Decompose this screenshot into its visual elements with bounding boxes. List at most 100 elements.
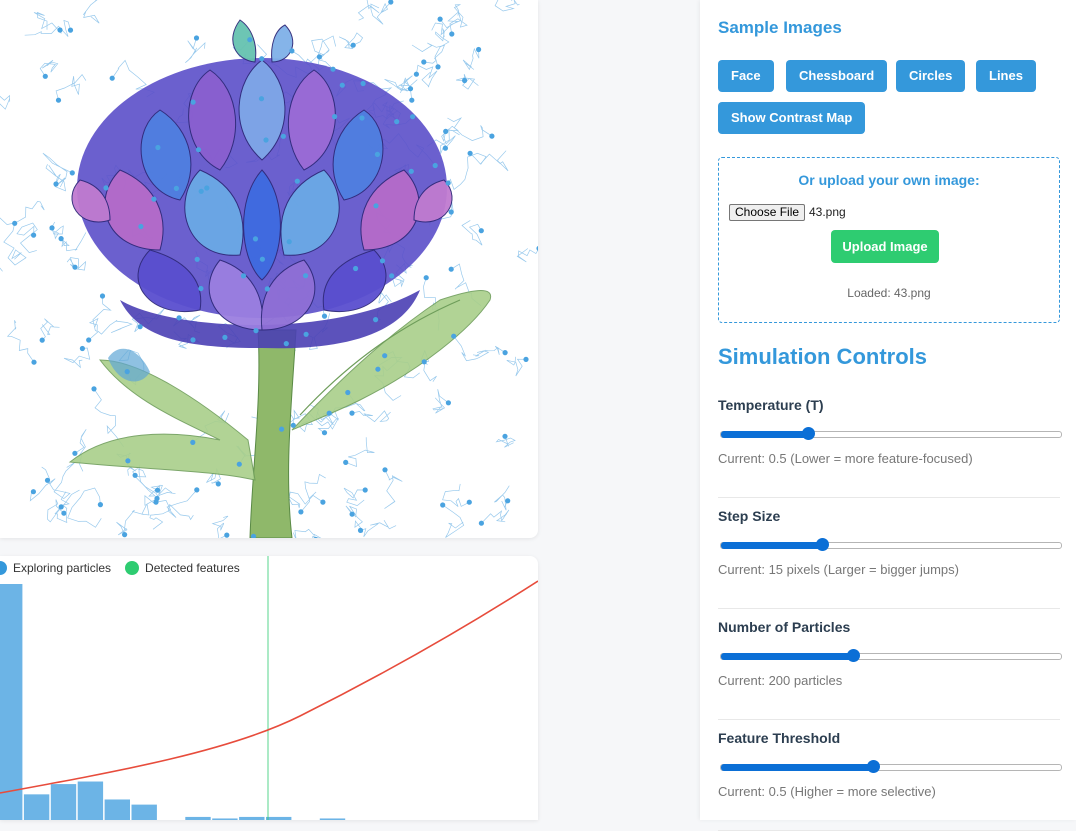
particle-trail xyxy=(461,220,483,246)
particle xyxy=(478,228,484,234)
particle xyxy=(343,459,349,465)
particle xyxy=(443,128,449,134)
legend-exploring-swatch xyxy=(0,561,7,575)
particle xyxy=(236,461,242,467)
particle xyxy=(437,16,443,22)
particle-trail xyxy=(442,483,470,507)
particle-trail xyxy=(42,152,73,188)
particle xyxy=(373,317,379,323)
threshold-slider-thumb[interactable] xyxy=(867,760,880,773)
sample-lines-button[interactable]: Lines xyxy=(976,60,1036,92)
particle-trail xyxy=(481,509,510,524)
simulation-controls-title: Simulation Controls xyxy=(718,344,927,369)
particle-trail xyxy=(0,267,3,272)
step-size-slider[interactable] xyxy=(720,538,1062,551)
particle xyxy=(382,353,388,359)
particle xyxy=(373,203,379,209)
particle xyxy=(326,410,332,416)
upload-title: Or upload your own image: xyxy=(798,172,980,188)
particle-trail xyxy=(47,462,75,500)
particle-trail xyxy=(16,222,38,253)
particle xyxy=(407,86,414,92)
particle xyxy=(190,337,196,343)
particle-trail xyxy=(360,520,397,538)
particle xyxy=(413,71,419,77)
artichoke-stem xyxy=(249,329,297,538)
particle xyxy=(374,151,380,157)
show-contrast-map-button[interactable]: Show Contrast Map xyxy=(718,102,866,134)
particle xyxy=(103,185,109,191)
particle xyxy=(316,54,322,60)
energy-curve xyxy=(0,580,538,794)
particle xyxy=(253,328,259,334)
particle-trail xyxy=(3,223,27,266)
particle-trail xyxy=(63,347,91,369)
particle xyxy=(194,487,200,493)
sample-chessboard-button[interactable]: Chessboard xyxy=(786,60,888,92)
particle xyxy=(359,115,365,121)
particle xyxy=(445,400,451,406)
particle-trail xyxy=(411,42,445,64)
particle xyxy=(125,458,131,464)
particle-trail xyxy=(453,335,490,362)
particle xyxy=(467,150,473,156)
particle xyxy=(39,337,45,343)
particle xyxy=(224,532,230,538)
particles-control: Number of Particles Current: 200 particl… xyxy=(718,619,1062,720)
particle xyxy=(536,246,538,251)
particle xyxy=(222,334,228,340)
sample-circles-button[interactable]: Circles xyxy=(896,60,966,92)
particles-slider-fill xyxy=(721,653,854,660)
particle xyxy=(193,35,200,41)
file-name: 43.png xyxy=(809,205,846,219)
particle xyxy=(502,433,508,439)
particle xyxy=(462,77,468,84)
particle xyxy=(176,315,182,321)
particle xyxy=(440,502,446,508)
particle xyxy=(523,356,529,362)
temperature-current: Current: 0.5 (Lower = more feature-focus… xyxy=(718,451,973,466)
particle-trail xyxy=(516,248,538,263)
particle xyxy=(57,27,63,33)
particle xyxy=(259,56,265,62)
particle xyxy=(190,439,196,445)
image-canvas[interactable] xyxy=(0,0,538,538)
particle xyxy=(264,286,270,292)
legend-detected-label: Detected features xyxy=(145,561,240,575)
temperature-slider-thumb[interactable] xyxy=(802,427,816,440)
particle-trail xyxy=(494,485,510,511)
particle xyxy=(349,410,355,416)
particles-slider[interactable] xyxy=(720,649,1062,662)
particle-trail xyxy=(74,429,87,472)
choose-file-button[interactable]: Choose File xyxy=(729,204,806,221)
particle xyxy=(379,258,386,264)
particle xyxy=(290,422,296,428)
particle-trail xyxy=(141,492,176,516)
histogram-bar xyxy=(104,799,130,820)
particle xyxy=(321,313,328,319)
particle xyxy=(294,178,300,184)
particle xyxy=(263,137,269,143)
particle xyxy=(91,386,97,392)
temperature-slider[interactable] xyxy=(720,427,1062,440)
particle xyxy=(330,66,336,72)
particle xyxy=(215,481,221,487)
particle-trail xyxy=(300,473,326,513)
threshold-slider[interactable] xyxy=(720,760,1062,773)
particles-slider-thumb[interactable] xyxy=(846,649,860,662)
artichoke-left-leaf xyxy=(68,359,256,481)
step-size-slider-thumb[interactable] xyxy=(816,538,829,551)
particle xyxy=(421,59,427,65)
particle xyxy=(79,345,85,352)
particle-trail xyxy=(462,47,480,71)
threshold-control: Feature Threshold Current: 0.5 (Higher =… xyxy=(718,730,1062,831)
sample-face-button[interactable]: Face xyxy=(718,60,774,92)
particle xyxy=(445,180,451,186)
temperature-slider-fill xyxy=(721,431,810,438)
upload-image-button[interactable]: Upload Image xyxy=(831,230,939,263)
particle xyxy=(198,188,204,194)
particle xyxy=(195,147,202,153)
particle xyxy=(138,223,144,230)
particle xyxy=(72,450,78,456)
particle-trail xyxy=(116,509,144,536)
